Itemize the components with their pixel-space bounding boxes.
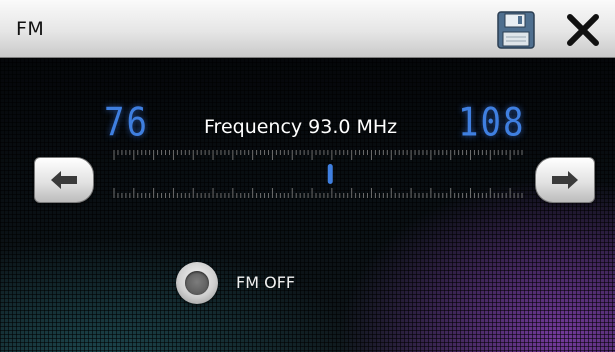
frequency-value: 93.0 MHz bbox=[308, 116, 398, 138]
floppy-disk-icon bbox=[497, 11, 535, 49]
fm-off-toggle[interactable]: FM OFF bbox=[176, 261, 336, 307]
save-button[interactable] bbox=[496, 10, 536, 50]
arrow-left-icon bbox=[51, 171, 77, 189]
frequency-readout: Frequency 93.0 MHz bbox=[204, 116, 403, 138]
radio-indicator bbox=[185, 271, 209, 295]
window-title: FM bbox=[16, 18, 45, 40]
tuning-needle[interactable] bbox=[327, 164, 333, 184]
title-bar: FM bbox=[0, 0, 615, 58]
fm-window: FM 76 Frequency 93.0 MHz 108 FM OFF bbox=[0, 0, 615, 352]
fm-off-label: FM OFF bbox=[236, 273, 296, 292]
frequency-label: Frequency bbox=[204, 116, 303, 138]
max-frequency-display: 108 bbox=[458, 100, 526, 146]
fm-off-radio[interactable] bbox=[176, 262, 218, 304]
close-button[interactable] bbox=[565, 12, 601, 48]
min-frequency-display: 76 bbox=[104, 100, 149, 146]
tuner-panel: 76 Frequency 93.0 MHz 108 FM OFF bbox=[0, 58, 615, 352]
tune-up-button[interactable] bbox=[535, 157, 595, 203]
close-x-icon bbox=[567, 14, 599, 46]
tune-down-button[interactable] bbox=[34, 157, 94, 203]
tuning-scale[interactable] bbox=[112, 148, 524, 200]
arrow-right-icon bbox=[552, 171, 578, 189]
